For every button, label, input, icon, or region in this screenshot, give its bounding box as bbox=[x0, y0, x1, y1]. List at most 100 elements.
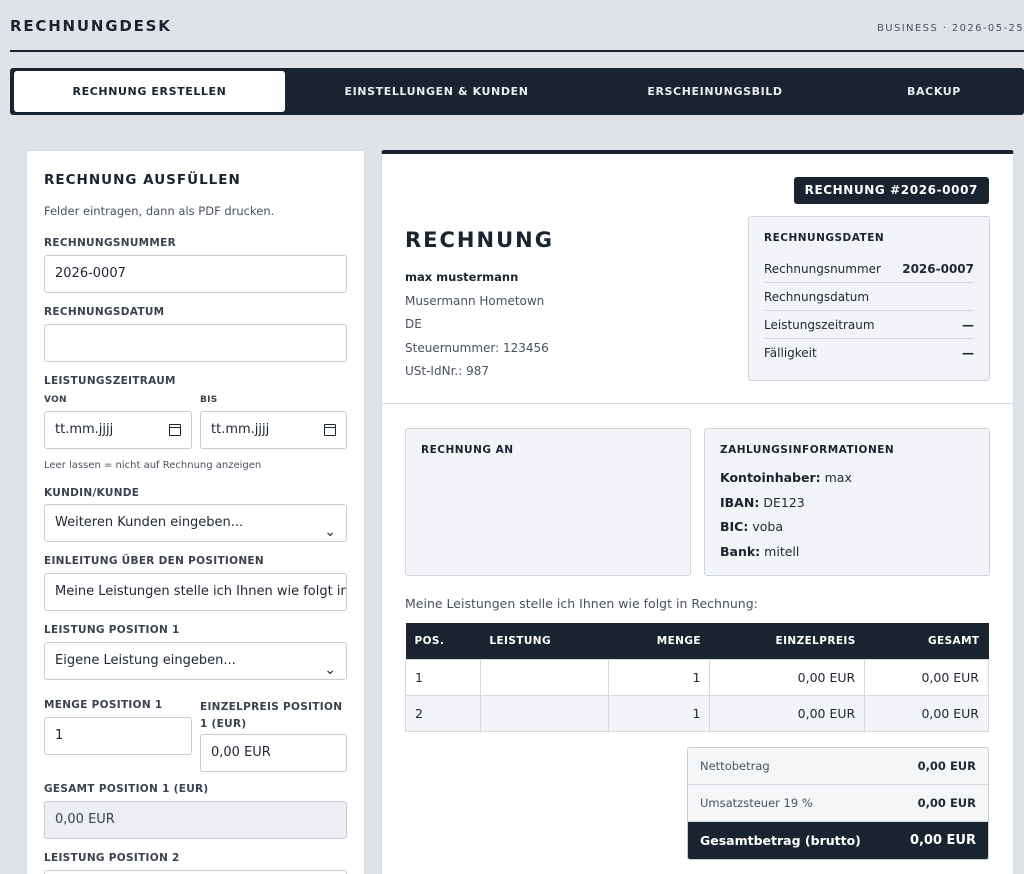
cell-gesamt: 0,00 EUR bbox=[864, 694, 989, 732]
account-holder-label: Kontoinhaber: bbox=[720, 470, 821, 485]
table-row: 2 1 0,00 EUR 0,00 EUR bbox=[405, 694, 989, 732]
invoice-intro-text: Meine Leistungen stelle ich Ihnen wie fo… bbox=[405, 596, 758, 611]
plan-date-meta: BUSINESS · 2026-05-25 bbox=[876, 23, 1024, 34]
calendar-icon[interactable] bbox=[169, 424, 181, 436]
row-label: Leistungszeitraum bbox=[764, 318, 875, 332]
cell-menge: 1 bbox=[607, 694, 711, 732]
gross-total-row: Gesamtbetrag (brutto) 0,00 EUR bbox=[688, 822, 988, 859]
positions-table: POS. LEISTUNG MENGE EINZELPREIS GESAMT 1… bbox=[405, 623, 989, 732]
sender-vat-id: USt-IdNr.: 987 bbox=[405, 364, 489, 378]
tab-rechnung-erstellen[interactable]: RECHNUNG ERSTELLEN bbox=[14, 71, 285, 112]
total1-label: GESAMT POSITION 1 (EUR) bbox=[44, 783, 209, 795]
period-to-label: BIS bbox=[200, 395, 218, 405]
sender-line2: DE bbox=[405, 317, 422, 331]
invoice-data-row: Fälligkeit — bbox=[764, 339, 974, 367]
recipient-title: RECHNUNG AN bbox=[421, 444, 514, 456]
iban-label: IBAN: bbox=[720, 494, 760, 510]
invoice-title: RECHNUNG bbox=[405, 228, 554, 252]
period-from-input[interactable]: tt.mm.jjjj bbox=[44, 411, 192, 449]
sender-block: max mustermann Musermann Hometown DE Ste… bbox=[405, 266, 549, 384]
sender-tax-number: Steuernummer: 123456 bbox=[405, 340, 549, 355]
service1-label: LEISTUNG POSITION 1 bbox=[44, 624, 180, 636]
calendar-icon[interactable] bbox=[324, 424, 336, 436]
col-einzelpreis: EINZELPREIS bbox=[709, 623, 865, 659]
bic-label: BIC: bbox=[720, 519, 749, 534]
invoice-number-input[interactable]: 2026-0007 bbox=[44, 255, 347, 293]
app-brand: RECHNUNGDESK bbox=[10, 17, 172, 35]
invoice-date-input[interactable] bbox=[44, 324, 347, 362]
invoice-number-label: RECHNUNGSNUMMER bbox=[44, 237, 177, 249]
cell-leistung bbox=[479, 658, 609, 696]
tab-einstellungen-kunden[interactable]: EINSTELLUNGEN & KUNDEN bbox=[300, 71, 573, 112]
col-leistung: LEISTUNG bbox=[480, 623, 609, 659]
payment-details: Kontoinhaber: max IBAN: DE123 BIC: voba … bbox=[720, 466, 852, 564]
cell-leistung bbox=[479, 694, 609, 732]
form-title: RECHNUNG AUSFÜLLEN bbox=[44, 172, 241, 188]
intro-input[interactable]: Meine Leistungen stelle ich Ihnen wie fo… bbox=[44, 573, 347, 611]
section-divider bbox=[382, 403, 1013, 404]
payment-info-box: ZAHLUNGSINFORMATIONEN Kontoinhaber: max … bbox=[704, 428, 990, 576]
totals-box: Nettobetrag 0,00 EUR Umsatzsteuer 19 % 0… bbox=[687, 747, 989, 860]
cell-einzelpreis: 0,00 EUR bbox=[709, 694, 866, 732]
price1-label: EINZELPREIS POSITION 1 (EUR) bbox=[200, 701, 343, 730]
cell-einzelpreis: 0,00 EUR bbox=[709, 658, 866, 696]
col-menge: MENGE bbox=[608, 623, 710, 659]
gross-total-label: Gesamtbetrag (brutto) bbox=[700, 833, 861, 848]
vat-value: 0,00 EUR bbox=[917, 796, 976, 810]
bank: Bank: mitell bbox=[720, 540, 852, 565]
col-pos: POS. bbox=[405, 623, 481, 659]
invoice-data-row: Leistungszeitraum — bbox=[764, 311, 974, 339]
period-to-value: tt.mm.jjjj bbox=[211, 422, 270, 437]
customer-label: KUNDIN/KUNDE bbox=[44, 487, 140, 499]
row-value: — bbox=[962, 318, 974, 332]
iban: IBAN: DE123 bbox=[720, 491, 852, 516]
service1-selected-value: Eigene Leistung eingeben... bbox=[55, 653, 236, 668]
cell-pos: 2 bbox=[405, 694, 481, 732]
app-header: RECHNUNGDESK BUSINESS · 2026-05-25 bbox=[10, 0, 1024, 52]
customer-selected-value: Weiteren Kunden eingeben... bbox=[55, 515, 244, 530]
account-holder-value: max bbox=[824, 470, 852, 485]
tab-erscheinungsbild[interactable]: ERSCHEINUNGSBILD bbox=[577, 71, 853, 112]
price1-input[interactable]: 0,00 EUR bbox=[200, 734, 347, 772]
period-to-input[interactable]: tt.mm.jjjj bbox=[200, 411, 347, 449]
qty1-label: MENGE POSITION 1 bbox=[44, 699, 163, 711]
net-amount-value: 0,00 EUR bbox=[917, 759, 976, 773]
service2-select[interactable] bbox=[44, 870, 347, 874]
service1-select[interactable]: Eigene Leistung eingeben... ⌄ bbox=[44, 642, 347, 680]
invoice-preview: RECHNUNG #2026-0007 RECHNUNG max musterm… bbox=[381, 150, 1014, 874]
sender-line1: Musermann Hometown bbox=[405, 293, 545, 308]
sender-name: max mustermann bbox=[405, 270, 519, 284]
row-value: — bbox=[962, 346, 974, 360]
bank-label: Bank: bbox=[720, 543, 761, 559]
cell-gesamt: 0,00 EUR bbox=[864, 658, 989, 696]
period-from-value: tt.mm.jjjj bbox=[55, 422, 114, 437]
intro-label: EINLEITUNG ÜBER DEN POSITIONEN bbox=[44, 555, 264, 567]
service2-label: LEISTUNG POSITION 2 bbox=[44, 852, 180, 864]
row-label: Rechnungsdatum bbox=[764, 290, 870, 304]
table-row: 1 1 0,00 EUR 0,00 EUR bbox=[405, 658, 989, 696]
period-label: LEISTUNGSZEITRAUM bbox=[44, 375, 176, 387]
cell-menge: 1 bbox=[607, 658, 711, 696]
cell-pos: 1 bbox=[405, 658, 481, 696]
invoice-data-box: RECHNUNGSDATEN Rechnungsnummer 2026-0007… bbox=[748, 216, 990, 381]
payment-info-title: ZAHLUNGSINFORMATIONEN bbox=[720, 444, 895, 456]
qty1-input[interactable]: 1 bbox=[44, 717, 192, 755]
col-gesamt: GESAMT bbox=[864, 623, 989, 659]
invoice-data-row: Rechnungsnummer 2026-0007 bbox=[764, 255, 974, 283]
row-value: 2026-0007 bbox=[902, 262, 974, 276]
form-hint: Felder eintragen, dann als PDF drucken. bbox=[44, 204, 275, 218]
tab-backup[interactable]: BACKUP bbox=[853, 71, 1015, 112]
vat-label: Umsatzsteuer 19 % bbox=[700, 796, 813, 810]
invoice-number-badge: RECHNUNG #2026-0007 bbox=[793, 177, 989, 204]
bank-value: mitell bbox=[764, 543, 800, 559]
net-amount-row: Nettobetrag 0,00 EUR bbox=[688, 748, 988, 785]
recipient-box: RECHNUNG AN bbox=[405, 428, 691, 576]
invoice-form-panel: RECHNUNG AUSFÜLLEN Felder eintragen, dan… bbox=[26, 150, 365, 874]
chevron-down-icon: ⌄ bbox=[324, 524, 336, 540]
vat-row: Umsatzsteuer 19 % 0,00 EUR bbox=[688, 785, 988, 822]
table-header-row: POS. LEISTUNG MENGE EINZELPREIS GESAMT bbox=[405, 623, 989, 659]
invoice-data-title: RECHNUNGSDATEN bbox=[764, 232, 885, 244]
iban-value: DE123 bbox=[763, 494, 805, 510]
customer-select[interactable]: Weiteren Kunden eingeben... ⌄ bbox=[44, 504, 347, 542]
bic: BIC: voba bbox=[720, 515, 852, 540]
